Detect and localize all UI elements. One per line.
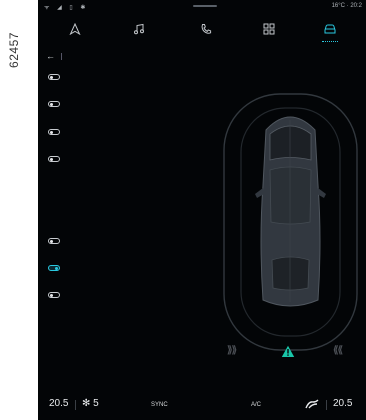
ac-button[interactable]: A/C [251,402,261,408]
climate-bar: 20.5 ✻ 5 SYNC A/C 20.5 [38,390,366,420]
back-arrow-icon[interactable]: ← [46,51,55,61]
car-display-screen: ᯤ ◢ ▯ ✱ 16°C · 20:2 ← ⟫⟫ ⟪⟪ 20.5 ✻ 5 SYN… [38,0,366,420]
apps-icon[interactable] [259,19,279,39]
divider [75,400,76,410]
reference-code: 62457 [2,20,26,80]
setting-toggle-3[interactable] [48,129,60,135]
top-navigation [38,16,366,42]
navigation-icon[interactable] [65,19,85,39]
setting-toggle-4[interactable] [48,156,60,162]
right-temperature[interactable]: 20.5 [333,398,352,409]
phone-icon[interactable] [196,19,216,39]
divider [61,52,62,60]
drag-handle[interactable] [193,5,217,7]
sync-button[interactable]: SYNC [151,402,168,408]
back-row: ← [46,50,66,62]
divider [326,400,327,410]
fan-speed[interactable]: ✻ 5 [82,398,99,409]
setting-toggle-5[interactable] [48,238,60,244]
setting-toggle-1[interactable] [48,74,60,80]
fan-speed-value: 5 [93,398,99,409]
left-temperature[interactable]: 20.5 [49,398,68,409]
music-icon[interactable] [129,19,149,39]
setting-toggle-6[interactable] [48,265,60,271]
setting-toggle-2[interactable] [48,101,60,107]
status-bar: ᯤ ◢ ▯ ✱ 16°C · 20:2 [38,0,366,14]
status-temperature-time: 16°C · 20:2 [331,3,362,9]
parking-sensor-view [218,90,363,360]
left-chevrons-icon: ⟫⟫ [227,345,237,356]
car-icon[interactable] [320,19,340,42]
seat-heater-icon[interactable] [304,398,320,413]
setting-toggle-7[interactable] [48,292,60,298]
status-icons: ᯤ ◢ ▯ ✱ [44,5,89,11]
reference-code-text: 62457 [7,32,21,68]
obstacle-warning-icon [281,345,295,363]
right-chevrons-icon: ⟪⟪ [333,345,343,356]
fan-icon: ✻ [82,398,91,409]
